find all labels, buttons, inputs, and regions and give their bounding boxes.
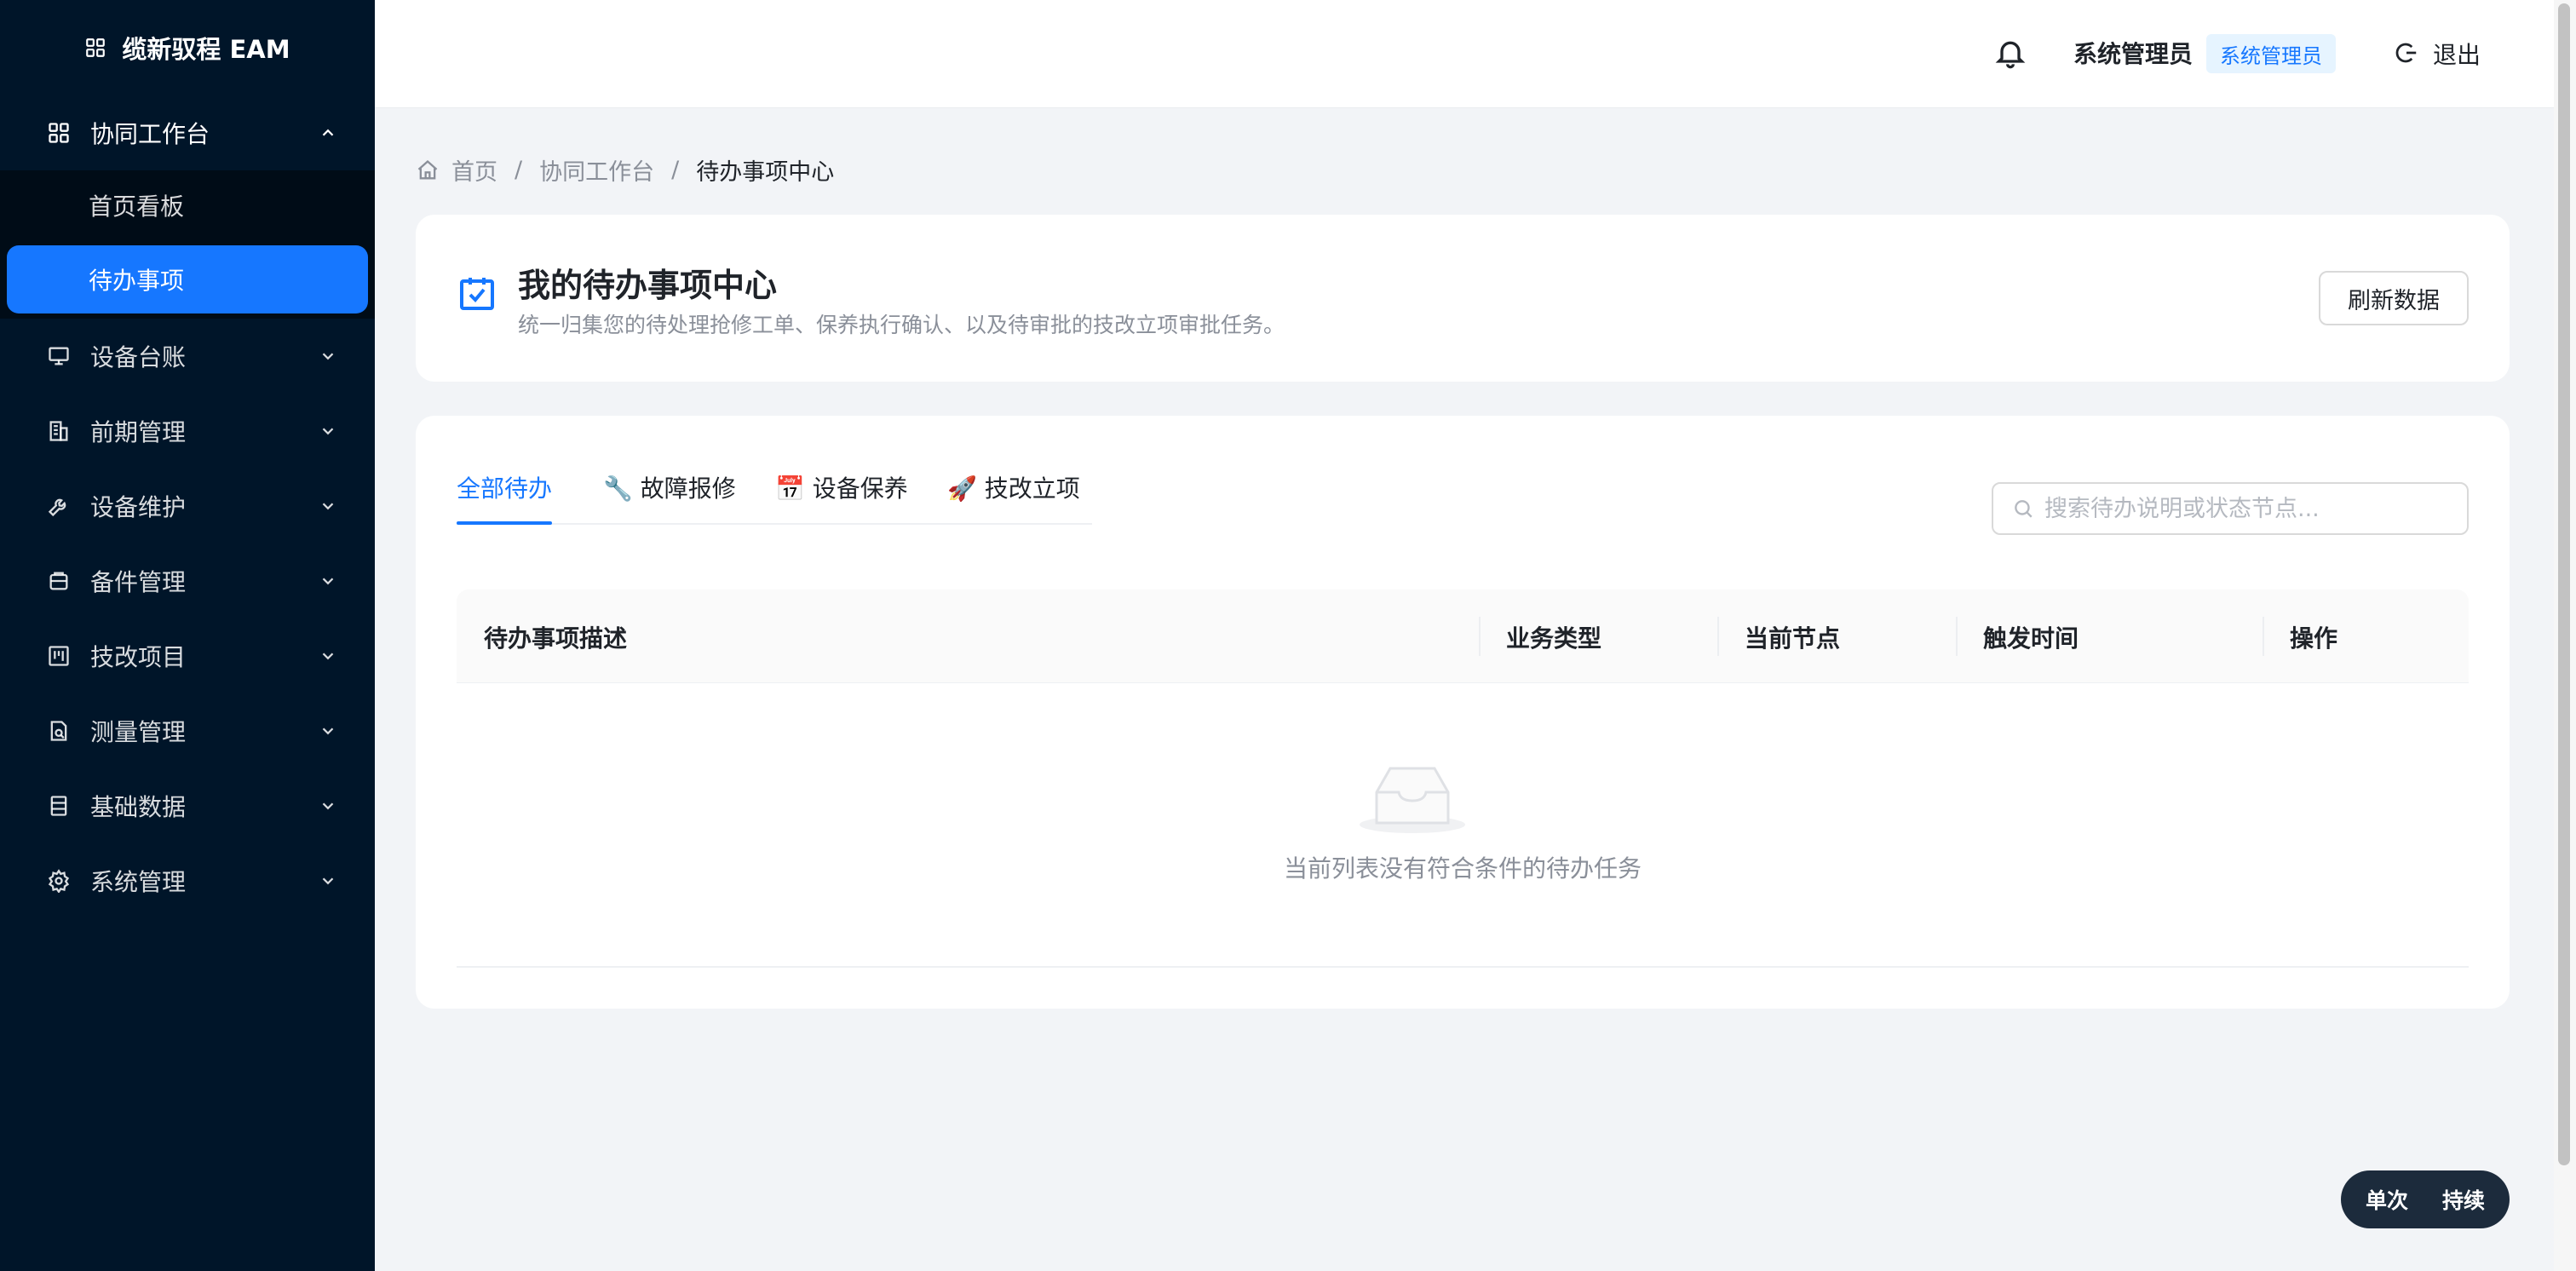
sidebar-item-label: 技改项目	[90, 643, 187, 671]
sidebar-item-label: 前期管理	[90, 418, 187, 446]
sidebar-item-label: 首页看板	[89, 193, 185, 221]
tab-bar: 全部待办 🔧 故障报修 📅 设备保养 🚀 技改立项	[457, 462, 1092, 525]
sidebar-item-label: 测量管理	[90, 718, 187, 746]
tab-all[interactable]: 全部待办	[457, 470, 552, 504]
breadcrumb-current: 待办事项中心	[696, 159, 835, 186]
column-header-trigger-time: 触发时间	[1983, 624, 2079, 653]
submenu-workbench: 首页看板 待办事项	[0, 170, 375, 319]
sidebar-item-early-management[interactable]: 前期管理	[0, 394, 375, 469]
table-header: 待办事项描述 业务类型 当前节点 触发时间 操作	[457, 589, 2469, 683]
single-mode-button[interactable]: 单次	[2366, 1184, 2408, 1215]
chevron-up-icon	[322, 129, 334, 136]
refresh-button[interactable]: 刷新数据	[2319, 271, 2469, 325]
breadcrumb-workbench[interactable]: 协同工作台	[539, 153, 654, 187]
database-icon	[46, 793, 72, 819]
bell-icon[interactable]	[1993, 36, 2027, 70]
monitor-icon	[46, 343, 72, 369]
column-divider	[1956, 617, 1958, 656]
chevron-down-icon	[322, 653, 334, 660]
breadcrumb-separator: /	[515, 157, 523, 183]
search-input[interactable]	[2044, 495, 2453, 522]
search-box[interactable]	[1992, 482, 2469, 535]
app-logo[interactable]: 缆新驭程 EAM	[0, 0, 375, 95]
top-header: 系统管理员 系统管理员 退出	[375, 0, 2554, 108]
sidebar-item-spare-parts[interactable]: 备件管理	[0, 543, 375, 618]
tab-fault-repair[interactable]: 🔧 故障报修	[603, 470, 736, 504]
sidebar: 缆新驭程 EAM 协同工作台 首页看板 待办事项 设备台账 前期管理 设备维护 …	[0, 0, 375, 1271]
table-bottom-divider	[457, 966, 2469, 968]
grid-icon	[86, 38, 106, 57]
project-icon	[46, 643, 72, 669]
breadcrumb: 首页 / 协同工作台 / 待办事项中心	[416, 153, 834, 187]
sidebar-item-system[interactable]: 系统管理	[0, 843, 375, 918]
chevron-down-icon	[322, 728, 334, 735]
audit-icon	[46, 718, 72, 744]
wrench-icon	[46, 493, 72, 519]
breadcrumb-home[interactable]: 首页	[451, 153, 497, 187]
page-header-card: 我的待办事项中心 统一归集您的待处理抢修工单、保养执行确认、以及待审批的技改立项…	[416, 215, 2510, 382]
breadcrumb-separator: /	[671, 157, 680, 183]
sidebar-item-equipment-ledger[interactable]: 设备台账	[0, 319, 375, 394]
column-header-current-node: 当前节点	[1745, 624, 1841, 653]
todo-list-card: 全部待办 🔧 故障报修 📅 设备保养 🚀 技改立项 待办事项描述 业务类型 当前…	[416, 416, 2510, 1009]
sidebar-item-measurement[interactable]: 测量管理	[0, 693, 375, 768]
column-header-business-type: 业务类型	[1506, 624, 1602, 653]
chevron-down-icon	[322, 428, 334, 435]
column-header-actions: 操作	[2290, 624, 2338, 653]
column-divider	[1717, 617, 1719, 656]
tab-tech-project[interactable]: 🚀 技改立项	[947, 470, 1080, 504]
search-icon	[2015, 500, 2033, 518]
logout-icon[interactable]	[2394, 40, 2419, 66]
empty-state-text: 当前列表没有符合条件的待办任务	[1283, 854, 1642, 883]
empty-inbox-icon	[1360, 767, 1465, 833]
chevron-down-icon	[322, 877, 334, 885]
sidebar-item-label: 设备台账	[90, 343, 187, 371]
column-header-description: 待办事项描述	[484, 624, 628, 653]
gear-icon	[46, 868, 72, 894]
chevron-down-icon	[322, 353, 334, 360]
floating-mode-switch: 单次 持续	[2341, 1170, 2510, 1228]
user-name[interactable]: 系统管理员	[2073, 36, 2193, 70]
page-scrollbar[interactable]	[2554, 0, 2576, 1271]
app-title: 缆新驭程 EAM	[122, 35, 290, 64]
sidebar-item-label: 备件管理	[90, 568, 187, 596]
sidebar-item-label: 协同工作台	[90, 120, 210, 148]
column-divider	[1479, 617, 1481, 656]
sidebar-item-tech-projects[interactable]: 技改项目	[0, 618, 375, 693]
box-icon	[46, 568, 72, 594]
page-subtitle: 统一归集您的待处理抢修工单、保养执行确认、以及待审批的技改立项审批任务。	[518, 313, 1285, 337]
role-badge: 系统管理员	[2206, 34, 2336, 73]
sidebar-item-workbench[interactable]: 协同工作台	[0, 95, 375, 170]
sidebar-item-base-data[interactable]: 基础数据	[0, 768, 375, 843]
sidebar-item-maintenance[interactable]: 设备维护	[0, 469, 375, 543]
sidebar-item-label: 系统管理	[90, 868, 187, 896]
home-icon[interactable]	[416, 158, 440, 182]
chevron-down-icon	[322, 503, 334, 510]
chevron-down-icon	[322, 578, 334, 585]
tab-equipment-maintenance[interactable]: 📅 设备保养	[775, 470, 908, 504]
building-icon	[46, 418, 72, 444]
sidebar-item-label: 待办事项	[89, 267, 185, 295]
continuous-mode-button[interactable]: 持续	[2442, 1184, 2485, 1215]
column-divider	[2263, 617, 2264, 656]
sidebar-item-label: 设备维护	[90, 493, 187, 521]
scrollbar-thumb[interactable]	[2558, 3, 2570, 1165]
sidebar-item-todos[interactable]: 待办事项	[7, 245, 368, 313]
calendar-check-icon	[460, 278, 494, 310]
sidebar-item-dashboard[interactable]: 首页看板	[0, 170, 375, 240]
grid-icon	[46, 120, 72, 146]
logout-button[interactable]: 退出	[2433, 37, 2481, 71]
tab-active-indicator	[457, 521, 552, 525]
sidebar-item-label: 基础数据	[90, 793, 187, 821]
page-title: 我的待办事项中心	[518, 267, 778, 304]
chevron-down-icon	[322, 802, 334, 810]
